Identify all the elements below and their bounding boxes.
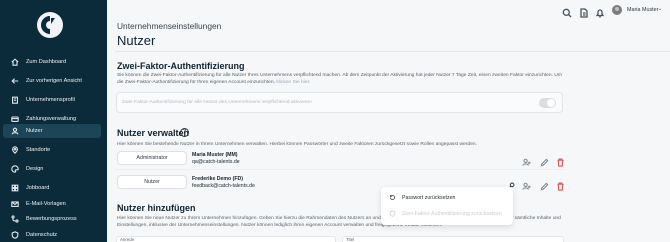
sidebar-item-email-templates[interactable]: E-Mail-Vorlagen [3,197,101,211]
twofa-section-title: Zwei-Faktor-Authentifizierung [117,61,245,71]
row-divider [115,169,565,170]
sidebar-item-label: Bewerbungsprozess [26,216,77,222]
sidebar-item-label: Standorte [26,147,51,153]
sidebar-item-label: Jobboard [26,185,50,191]
sidebar-item-locations[interactable]: Standorte [3,143,101,157]
sidebar-item-design[interactable]: Design [3,162,101,176]
reset-2fa-item: Zwei-Faktor-Authentifizierung zurücksetz… [389,210,502,217]
edit-icon[interactable] [540,154,549,167]
user-name[interactable]: Maria Muster [627,7,658,13]
flow-icon [8,212,22,226]
manage-users-description: Hier können Sie bestehende Nutzer in Ihr… [117,142,477,147]
sidebar-item-label: Nutzer [26,128,43,134]
user-email: feedback@catch-talents.de [192,183,255,189]
user-name: Frederike Demo (FD) [192,176,244,182]
user-settings-icon[interactable] [522,178,531,190]
twofa-description-text: Sie können die Zwei-Faktor-Authentifizie… [117,73,562,85]
twofa-description: Sie können die Zwei-Faktor-Authentifizie… [117,72,565,86]
twofa-toggle-box: Zwei-Faktor-Authentifizierung für alle N… [116,92,563,113]
company-logo[interactable] [37,12,63,38]
sidebar: Zum Dashboard Zur vorherigen Ansicht Unt… [0,0,107,242]
sidebar-item-dashboard[interactable]: Zum Dashboard [3,55,101,69]
sidebar-item-label: Zahlungsverwaltung [26,116,77,122]
help-icon[interactable]: ? [180,128,189,137]
menu-item-label: Passwort zurücksetzen [402,194,456,201]
breadcrumb: Unternehmenseinstellungen [117,21,222,31]
document-icon[interactable] [579,5,589,18]
reset-icon [390,195,395,200]
sidebar-item-label: Zum Dashboard [26,59,67,65]
avatar[interactable] [612,5,622,15]
sidebar-item-label: E-Mail-Vorlagen [26,201,66,207]
manage-users-title: Nutzer verwalten [117,128,190,138]
bell-icon[interactable] [595,5,605,18]
user-icon [8,124,22,138]
salutation-label: Anrede [120,237,135,242]
sidebar-item-label: Unternehmensprofil [26,97,75,103]
sidebar-item-company-profile[interactable]: Unternehmensprofil [3,93,101,107]
edit-icon[interactable] [540,178,549,191]
topbar: Maria Muster ⌄ [107,0,670,20]
header-divider [115,51,670,52]
sidebar-item-label: Datenschutz [26,232,58,238]
sidebar-item-previous-view[interactable]: Zur vorherigen Ansicht [3,74,101,88]
role-select[interactable]: Administrator [117,151,187,165]
title-label: Titel [346,237,355,242]
twofa-setup-link[interactable]: klicken Sie hier. [276,80,310,85]
home-icon [8,55,22,69]
shield-icon [8,228,22,242]
sidebar-item-label: Zur vorherigen Ansicht [26,78,82,84]
delete-icon[interactable] [556,154,565,167]
page-title: Nutzer [117,33,156,48]
key-actions-menu: Passwort zurücksetzen Zwei-Faktor-Authen… [381,187,513,225]
salutation-field[interactable] [116,236,336,242]
title-field[interactable] [342,236,564,242]
user-settings-icon[interactable] [522,154,531,166]
add-users-title: Nutzer hinzufügen [117,203,196,213]
arrow-left-icon [8,74,22,88]
logo-mark-icon [41,16,55,34]
delete-icon[interactable] [556,178,565,191]
menu-item-label: Zwei-Faktor-Authentifizierung zurücksetz… [402,210,502,217]
sidebar-item-label: Design [26,166,44,172]
twofa-toggle-label: Zwei-Faktor-Authentifizierung für alle N… [122,100,312,105]
user-name: Maria Muster (MM) [192,152,238,158]
sidebar-item-users[interactable]: Nutzer [3,124,101,138]
grid-icon [8,181,22,195]
palette-icon [8,162,22,176]
sidebar-item-privacy[interactable]: Datenschutz [3,228,101,242]
key-icon[interactable] [506,178,515,191]
mail-icon [8,197,22,211]
role-select[interactable]: Nutzer [117,175,187,189]
sidebar-item-jobboard[interactable]: Jobboard [3,181,101,195]
shield-icon [389,210,396,217]
building-icon [8,93,22,107]
twofa-toggle[interactable] [539,98,556,108]
sidebar-item-application-process[interactable]: Bewerbungsprozess [3,212,101,226]
location-pin-icon [8,143,22,157]
user-email: qa@catch-talents.de [192,159,240,165]
chevron-down-icon[interactable]: ⌄ [658,6,662,12]
reset-password-item[interactable]: Passwort zurücksetzen [389,194,455,201]
search-icon[interactable] [562,5,572,18]
